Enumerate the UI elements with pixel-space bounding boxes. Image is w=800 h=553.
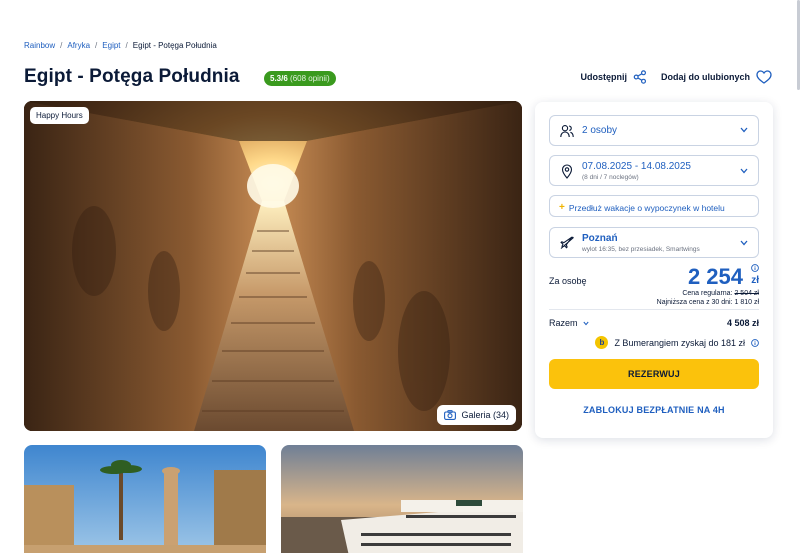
rating-badge[interactable]: 5.3/6 (608 opinii)	[264, 71, 336, 86]
breadcrumb-current: Egipt - Potęga Południa	[132, 41, 217, 50]
breadcrumb-link-rainbow[interactable]: Rainbow	[24, 41, 55, 50]
dates-duration: (8 dni / 7 noclegów)	[582, 174, 639, 181]
gallery-button[interactable]: Galeria (34)	[437, 405, 516, 425]
total-value: 4 508 zł	[726, 318, 759, 328]
extend-stay-button[interactable]: + Przedłuż wakacje o wypoczynek w hotelu	[549, 195, 759, 217]
regular-price-value: 2 504 zł	[734, 290, 759, 297]
chevron-down-icon	[740, 127, 748, 133]
regular-price-label: Cena regularna:	[682, 290, 733, 297]
breadcrumb: Rainbow / Afryka / Egipt / Egipt - Potęg…	[24, 41, 217, 50]
camera-icon	[444, 410, 457, 420]
share-label: Udostępnij	[580, 72, 628, 82]
per-person-label: Za osobę	[549, 276, 587, 286]
regular-price-info: Cena regularna: 2 504 zł Najniższa cena …	[657, 289, 759, 307]
flight-details: wylot 16:35, bez przesiadek, Smartwings	[582, 246, 700, 253]
plus-icon: +	[559, 202, 565, 213]
breadcrumb-separator: /	[60, 41, 63, 50]
page-title: Egipt - Potęga Południa	[24, 66, 240, 87]
rating-count: (608 opinii)	[290, 74, 330, 83]
chevron-down-icon	[740, 168, 748, 174]
share-button[interactable]: Udostępnij	[581, 70, 648, 84]
breadcrumb-separator: /	[95, 41, 98, 50]
info-icon[interactable]	[751, 338, 759, 347]
nile-cruise-ship-photo	[281, 445, 523, 553]
chevron-down-icon	[740, 240, 748, 246]
airplane-icon	[560, 236, 574, 249]
info-icon[interactable]	[751, 264, 759, 272]
temple-corridor-photo	[24, 101, 522, 431]
persons-value: 2 osoby	[582, 125, 618, 136]
happy-hours-badge: Happy Hours	[30, 107, 89, 124]
gallery-thumbnail[interactable]	[281, 445, 523, 553]
total-toggle[interactable]: Razem	[549, 318, 589, 328]
location-calendar-icon	[561, 164, 573, 179]
breadcrumb-link-afryka[interactable]: Afryka	[67, 41, 90, 50]
booking-panel: 2 osoby 07.08.2025 - 14.08.2025 (8 dni /…	[535, 102, 773, 438]
hero-image[interactable]: Happy Hours Galeria (34)	[24, 101, 522, 431]
lowest-price-note: Najniższa cena z 30 dni: 1 810 zł	[656, 299, 759, 306]
price-currency: zł	[751, 275, 759, 286]
top-actions: Udostępnij Dodaj do ulubionych	[581, 70, 773, 84]
bumerang-text: Z Bumerangiem zyskaj do 181 zł	[614, 337, 745, 348]
breadcrumb-link-egipt[interactable]: Egipt	[102, 41, 120, 50]
gallery-thumbnail[interactable]	[24, 445, 266, 553]
chevron-down-icon	[582, 321, 589, 325]
dates-select[interactable]: 07.08.2025 - 14.08.2025 (8 dni / 7 nocle…	[549, 155, 759, 186]
gallery-label: Galeria (34)	[461, 410, 509, 420]
bumerang-promo: b Z Bumerangiem zyskaj do 181 zł	[595, 336, 759, 349]
lock-free-button[interactable]: ZABLOKUJ BEZPŁATNIE NA 4H	[549, 401, 759, 419]
karnak-temple-photo	[24, 445, 266, 553]
heart-icon	[756, 70, 772, 84]
favorite-label: Dodaj do ulubionych	[661, 72, 750, 82]
favorite-button[interactable]: Dodaj do ulubionych	[661, 70, 772, 84]
total-label: Razem	[549, 318, 578, 328]
price-per-person: 2 254	[687, 264, 743, 289]
extend-stay-label: Przedłuż wakacje o wypoczynek w hotelu	[568, 202, 725, 213]
persons-select[interactable]: 2 osoby	[549, 115, 759, 146]
bumerang-logo: b	[595, 336, 609, 349]
users-icon	[560, 125, 574, 138]
share-icon	[633, 70, 647, 84]
airport-value: Poznań	[582, 233, 618, 244]
reserve-button[interactable]: REZERWUJ	[549, 359, 759, 389]
divider	[549, 309, 759, 310]
dates-value: 07.08.2025 - 14.08.2025	[582, 161, 691, 172]
departure-airport-select[interactable]: Poznań wylot 16:35, bez przesiadek, Smar…	[549, 227, 759, 258]
breadcrumb-separator: /	[125, 41, 128, 50]
rating-score: 5.3/6	[270, 74, 288, 83]
